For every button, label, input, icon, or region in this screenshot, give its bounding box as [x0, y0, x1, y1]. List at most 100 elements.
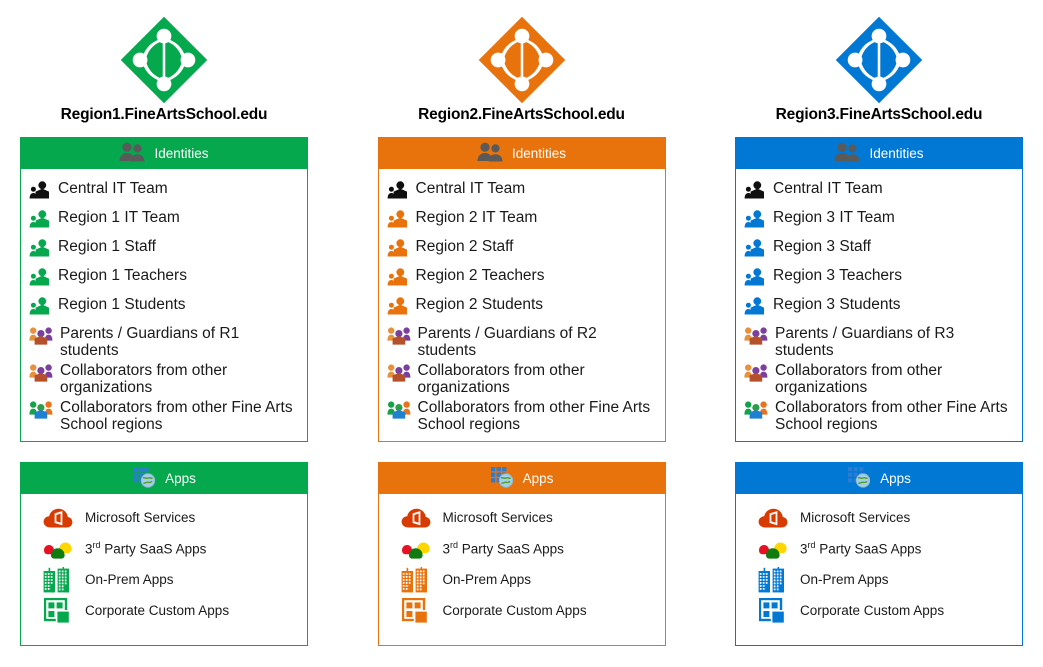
tenant-domain-title: Region2.FineArtsSchool.edu	[418, 106, 625, 123]
identity-list-item[interactable]: Collaborators from other organizations	[386, 359, 659, 396]
person-group-accent-icon	[744, 294, 766, 320]
custom-apps-window-icon	[756, 597, 790, 624]
person-group-accent-icon	[29, 294, 51, 320]
identity-list-item[interactable]: Region 1 Staff	[29, 235, 301, 264]
apps-card-header-label: Apps	[522, 470, 554, 486]
people-icon	[834, 142, 860, 165]
app-list-item[interactable]: Microsoft Services	[29, 502, 301, 533]
app-list-item[interactable]: 3rd Party SaaS Apps	[29, 533, 301, 564]
on-prem-buildings-icon	[756, 566, 790, 593]
app-list-item[interactable]: Corporate Custom Apps	[744, 595, 1016, 626]
identities-card-header: Identities	[377, 137, 666, 169]
people-icon	[119, 142, 145, 165]
identity-list-item[interactable]: Region 2 Students	[387, 293, 659, 322]
identities-card: Identities Central IT Team Region 2 IT T…	[377, 137, 666, 442]
person-group-black-icon	[29, 178, 51, 204]
apps-card-header: Apps	[20, 462, 308, 494]
identity-list-item-label: Collaborators from other organizations	[775, 362, 943, 396]
identity-list-item-label: Central IT Team	[58, 180, 168, 197]
identity-list-item-label: Parents / Guardians of R3 students	[775, 325, 955, 359]
app-label-prefix: 3	[800, 541, 808, 557]
identity-list-item[interactable]: Region 1 IT Team	[29, 206, 301, 235]
identity-list-item-label: Region 2 IT Team	[415, 209, 538, 226]
identity-list-item[interactable]: Region 3 Students	[744, 293, 1016, 322]
app-list-item[interactable]: Corporate Custom Apps	[29, 595, 301, 626]
identity-list-item[interactable]: Central IT Team	[387, 177, 659, 206]
external-people-orange-purple-icon	[386, 323, 411, 350]
identity-list-item[interactable]: Collaborators from other Fine Arts Schoo…	[29, 396, 301, 433]
identity-list-item-label: Region 2 Staff	[415, 238, 514, 255]
app-label-superscript: rd	[450, 540, 459, 551]
identity-list-item[interactable]: Central IT Team	[29, 177, 301, 206]
identities-card-header-label: Identities	[869, 145, 924, 161]
identity-list-item-label: Region 1 IT Team	[58, 209, 180, 226]
app-list-item-label: On-Prem Apps	[442, 572, 532, 587]
card-spacer	[20, 442, 308, 462]
apps-globe-icon	[490, 466, 514, 491]
identity-list-item-label: Region 3 IT Team	[773, 209, 895, 226]
person-group-accent-icon	[744, 207, 766, 233]
identity-list-item[interactable]: Collaborators from other Fine Arts Schoo…	[744, 396, 1016, 433]
app-list-item[interactable]: 3rd Party SaaS Apps	[744, 533, 1016, 564]
apps-card: Apps Microsoft Services 3rd Party SaaS A…	[735, 462, 1023, 646]
person-group-accent-icon	[744, 236, 766, 262]
people-icon	[477, 142, 503, 165]
identity-list-item[interactable]: Parents / Guardians of R2 students	[386, 322, 659, 359]
identity-list-item[interactable]: Region 3 Teachers	[744, 264, 1016, 293]
person-group-accent-icon	[29, 236, 51, 262]
identities-list: Central IT Team Region 3 IT Team Region …	[735, 169, 1023, 442]
identity-list-item[interactable]: Parents / Guardians of R1 students	[29, 322, 301, 359]
app-label-rest: Party SaaS Apps	[815, 541, 922, 557]
apps-card: Apps Microsoft Services 3rd Party SaaS A…	[377, 462, 666, 646]
identity-list-item-label: Central IT Team	[415, 180, 526, 197]
person-group-black-icon	[744, 178, 766, 204]
identity-list-item[interactable]: Region 2 Staff	[387, 235, 659, 264]
identity-list-item-label: Collaborators from other Fine Arts Schoo…	[60, 399, 293, 433]
identities-list: Central IT Team Region 2 IT Team Region …	[377, 169, 666, 442]
app-label-superscript: rd	[92, 540, 101, 551]
person-group-accent-icon	[744, 265, 766, 291]
external-people-multicolor-icon	[29, 397, 53, 424]
identity-list-item[interactable]: Collaborators from other organizations	[29, 359, 301, 396]
app-list-item[interactable]: On-Prem Apps	[387, 564, 659, 595]
apps-card-header-label: Apps	[165, 470, 196, 486]
custom-apps-window-icon	[399, 597, 433, 624]
app-list-item[interactable]: Microsoft Services	[744, 502, 1016, 533]
identity-list-item-label: Parents / Guardians of R2 students	[417, 325, 597, 359]
app-list-item[interactable]: Corporate Custom Apps	[387, 595, 659, 626]
identity-list-item[interactable]: Region 3 IT Team	[744, 206, 1016, 235]
external-people-orange-purple-icon	[744, 360, 768, 387]
identity-list-item[interactable]: Region 2 IT Team	[387, 206, 659, 235]
external-people-multicolor-icon	[386, 397, 411, 424]
identity-list-item[interactable]: Region 1 Teachers	[29, 264, 301, 293]
identities-card-header-label: Identities	[154, 145, 209, 161]
identity-list-item[interactable]: Region 2 Teachers	[387, 264, 659, 293]
app-list-item[interactable]: Microsoft Services	[387, 502, 659, 533]
tenant-column: Region3.FineArtsSchool.edu Identities Ce…	[735, 14, 1023, 647]
identity-list-item[interactable]: Region 1 Students	[29, 293, 301, 322]
identity-list-item[interactable]: Collaborators from other Fine Arts Schoo…	[386, 396, 659, 433]
app-list-item[interactable]: On-Prem Apps	[29, 564, 301, 595]
apps-card: Apps Microsoft Services 3rd Party SaaS A…	[20, 462, 308, 646]
identities-card: Identities Central IT Team Region 1 IT T…	[20, 137, 308, 442]
identity-list-item[interactable]: Parents / Guardians of R3 students	[744, 322, 1016, 359]
external-people-orange-purple-icon	[29, 323, 53, 350]
identity-list-item[interactable]: Central IT Team	[744, 177, 1016, 206]
app-list-item[interactable]: 3rd Party SaaS Apps	[387, 533, 659, 564]
office-cloud-icon	[399, 506, 433, 530]
azure-ad-logo-icon	[378, 14, 666, 106]
identity-list-item[interactable]: Region 3 Staff	[744, 235, 1016, 264]
azure-ad-logo-icon	[20, 14, 308, 106]
app-list-item-label: On-Prem Apps	[800, 572, 889, 587]
person-group-accent-icon	[387, 236, 409, 262]
identity-list-item[interactable]: Collaborators from other organizations	[744, 359, 1016, 396]
app-list-item-label: 3rd Party SaaS Apps	[443, 540, 564, 557]
apps-card-header: Apps	[377, 462, 666, 494]
identities-card-header: Identities	[735, 137, 1023, 169]
app-list-item[interactable]: On-Prem Apps	[744, 564, 1016, 595]
tenant-column: Region1.FineArtsSchool.edu Identities Ce…	[20, 14, 308, 647]
person-group-black-icon	[387, 178, 409, 204]
apps-globe-icon	[132, 466, 156, 491]
person-group-accent-icon	[29, 265, 51, 291]
identity-list-item-label: Collaborators from other Fine Arts Schoo…	[775, 399, 1008, 433]
